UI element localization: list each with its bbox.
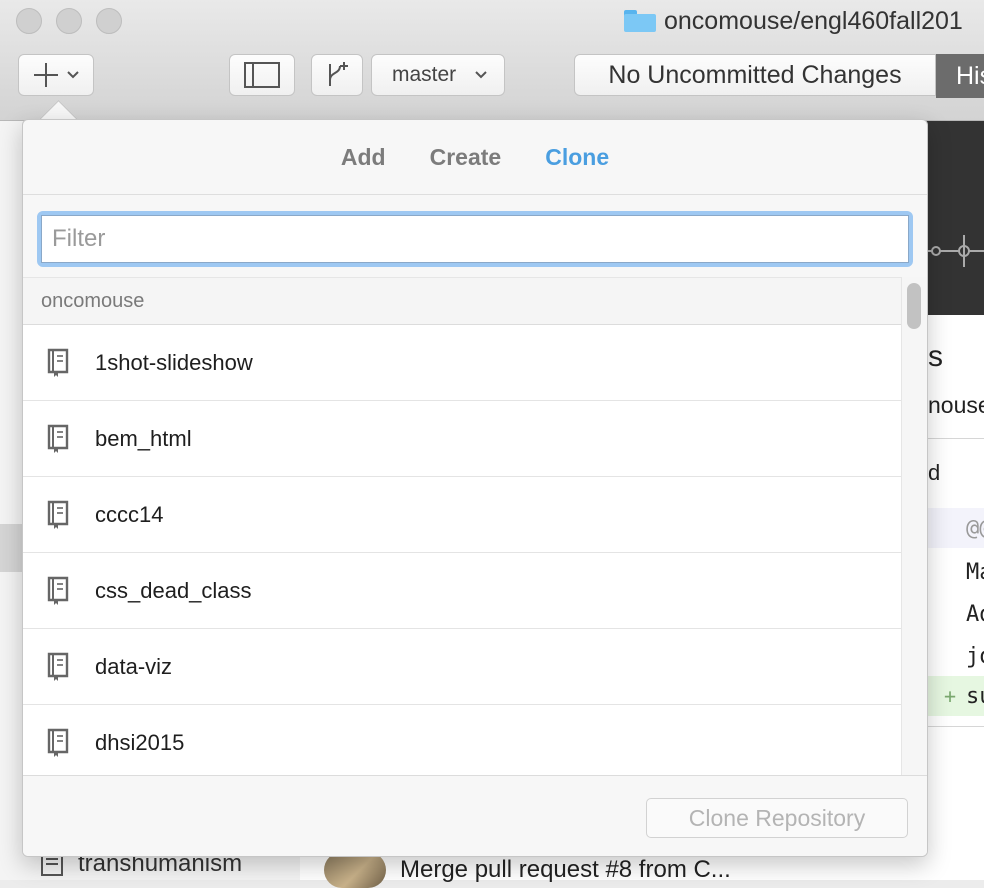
divider (928, 726, 984, 727)
graph-icon (926, 235, 984, 267)
chevron-down-icon (475, 71, 487, 79)
popover-tabs: Add Create Clone (23, 120, 927, 195)
tab-add[interactable]: Add (341, 144, 386, 171)
zoom-window-button[interactable] (96, 8, 122, 34)
repository-icon (47, 500, 69, 529)
commit-author: nouse (928, 392, 984, 418)
tab-clone[interactable]: Clone (545, 144, 609, 171)
repository-name: css_dead_class (95, 577, 252, 603)
repository-row[interactable]: 1shot-slideshow (23, 325, 901, 401)
branch-selector[interactable]: master (371, 54, 505, 96)
add-repository-button[interactable] (18, 54, 94, 96)
popover-footer: Clone Repository (23, 775, 927, 856)
window-title-text: oncomouse/engl460fall201 (664, 6, 963, 35)
owner-group-header: oncomouse (23, 277, 901, 325)
diff-line: su (966, 684, 984, 709)
create-branch-button[interactable] (311, 54, 363, 96)
add-repository-popover: Add Create Clone oncomouse 1shot-slidesh… (22, 119, 928, 857)
diff-line: @@ (966, 516, 984, 541)
history-tab[interactable]: His (936, 54, 984, 98)
repository-icon (47, 348, 69, 377)
clone-repository-button[interactable]: Clone Repository (646, 798, 908, 838)
uncommitted-changes-tab[interactable]: No Uncommitted Changes (574, 54, 936, 96)
sidebar-icon (244, 62, 280, 88)
clone-repository-label: Clone Repository (688, 804, 866, 831)
file-tab[interactable]: d (928, 460, 940, 486)
scrollbar-thumb[interactable] (907, 283, 921, 329)
repository-name: cccc14 (95, 501, 164, 527)
repository-row[interactable]: bem_html (23, 401, 901, 477)
toggle-sidebar-button[interactable] (229, 54, 295, 96)
tab-create[interactable]: Create (430, 144, 502, 171)
folder-icon (624, 10, 656, 32)
chevron-down-icon (67, 71, 79, 79)
repository-name: 1shot-slideshow (95, 349, 253, 375)
diff-line: jo (966, 644, 984, 669)
repository-name: dhsi2015 (95, 729, 185, 755)
diff-add-marker: + (944, 684, 957, 708)
minimize-window-button[interactable] (56, 8, 82, 34)
repository-icon (47, 424, 69, 453)
repository-name: data-viz (95, 653, 173, 679)
repository-row[interactable]: css_dead_class (23, 553, 901, 629)
scrollbar[interactable] (901, 277, 927, 775)
repository-row[interactable]: data-viz (23, 629, 901, 705)
title-bar: oncomouse/engl460fall201 master No Uncom… (0, 0, 984, 121)
repository-icon (47, 576, 69, 605)
repository-row[interactable]: cccc14 (23, 477, 901, 553)
repository-row[interactable]: dhsi2015 (23, 705, 901, 775)
filter-input[interactable] (41, 215, 909, 263)
owner-group-label: oncomouse (41, 289, 145, 312)
branch-icon (329, 62, 348, 86)
divider (928, 438, 984, 439)
repository-icon (47, 652, 69, 681)
window-title: oncomouse/engl460fall201 (624, 4, 963, 38)
commit-graph (926, 121, 984, 315)
branch-label: master (392, 63, 457, 86)
filter-field (37, 211, 913, 267)
repository-icon (47, 728, 69, 757)
close-window-button[interactable] (16, 8, 42, 34)
uncommitted-changes-label: No Uncommitted Changes (608, 60, 902, 89)
commit-list-item[interactable]: Merge pull request #8 from C... (324, 852, 731, 888)
diff-line: Ad (966, 602, 984, 627)
repository-list: oncomouse 1shot-slideshow bem_html cccc1… (23, 277, 901, 775)
sidebar-selected-row[interactable] (0, 524, 22, 572)
avatar (324, 852, 386, 888)
repository-name: bem_html (95, 425, 192, 451)
plus-icon (34, 63, 58, 87)
commit-heading: s (928, 340, 943, 373)
history-label: His (956, 61, 984, 90)
diff-line: Ma (966, 560, 984, 585)
